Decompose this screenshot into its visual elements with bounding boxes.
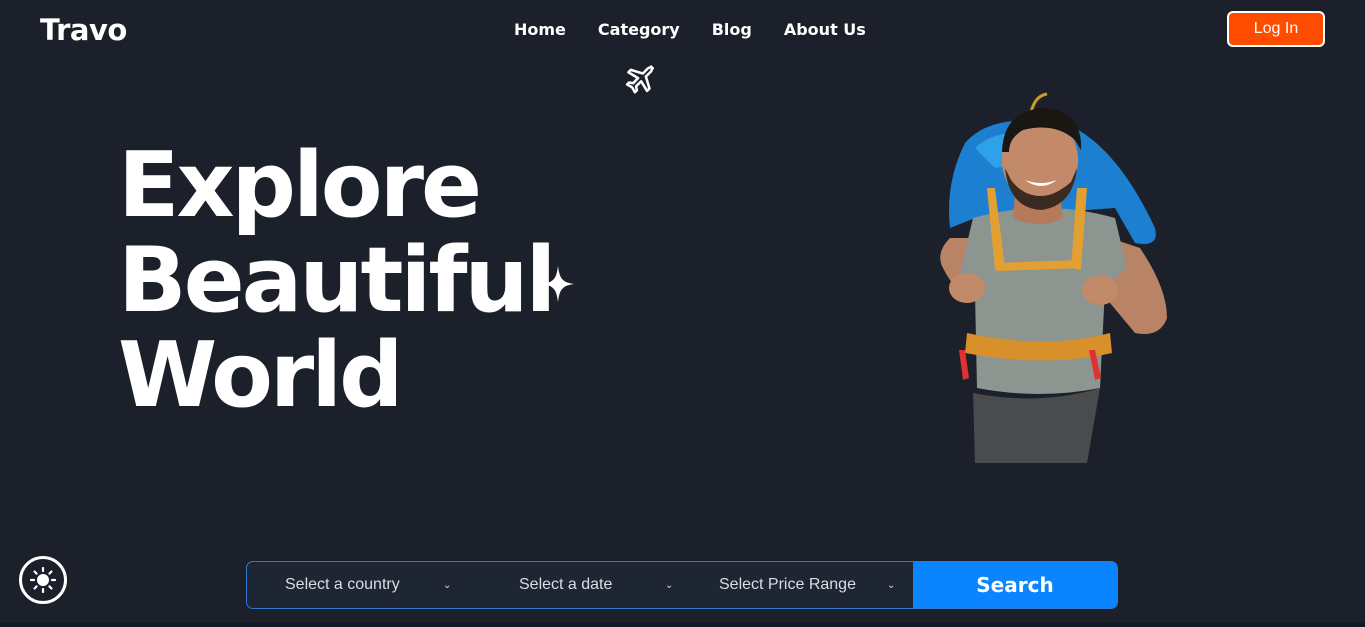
hero-line-2: Beautiful (118, 228, 556, 333)
chevron-down-icon: ⌄ (887, 580, 896, 591)
search-button[interactable]: Search (913, 562, 1117, 608)
nav-about-us[interactable]: About Us (784, 20, 866, 39)
brand-logo[interactable]: Travo (40, 13, 127, 47)
chevron-down-icon: ⌄ (665, 580, 674, 591)
nav-category[interactable]: Category (598, 20, 680, 39)
country-select[interactable]: Select a country ⌄ (247, 562, 469, 608)
price-range-select[interactable]: Select Price Range ⌄ (691, 562, 913, 608)
sun-icon (29, 566, 57, 594)
theme-toggle-button[interactable] (19, 556, 67, 604)
nav-home[interactable]: Home (514, 20, 566, 39)
date-select[interactable]: Select a date ⌄ (469, 562, 691, 608)
login-button[interactable]: Log In (1227, 11, 1325, 47)
hero-line-1: Explore (118, 133, 482, 238)
chevron-down-icon: ⌄ (443, 580, 452, 591)
airplane-icon (625, 65, 655, 94)
hero-line-3: World (118, 323, 404, 428)
country-select-label: Select a country (285, 576, 400, 593)
nav-blog[interactable]: Blog (712, 20, 752, 39)
price-range-select-label: Select Price Range (719, 576, 856, 593)
date-select-label: Select a date (519, 576, 613, 593)
search-bar: Select a country ⌄ Select a date ⌄ Selec… (246, 561, 1118, 609)
hero-traveler-image (940, 92, 1167, 463)
sparkle-icon (542, 266, 574, 302)
main-nav: Home Category Blog About Us (514, 20, 866, 39)
hero-heading: Explore Beautiful World (118, 133, 556, 428)
page-divider (0, 623, 1365, 627)
